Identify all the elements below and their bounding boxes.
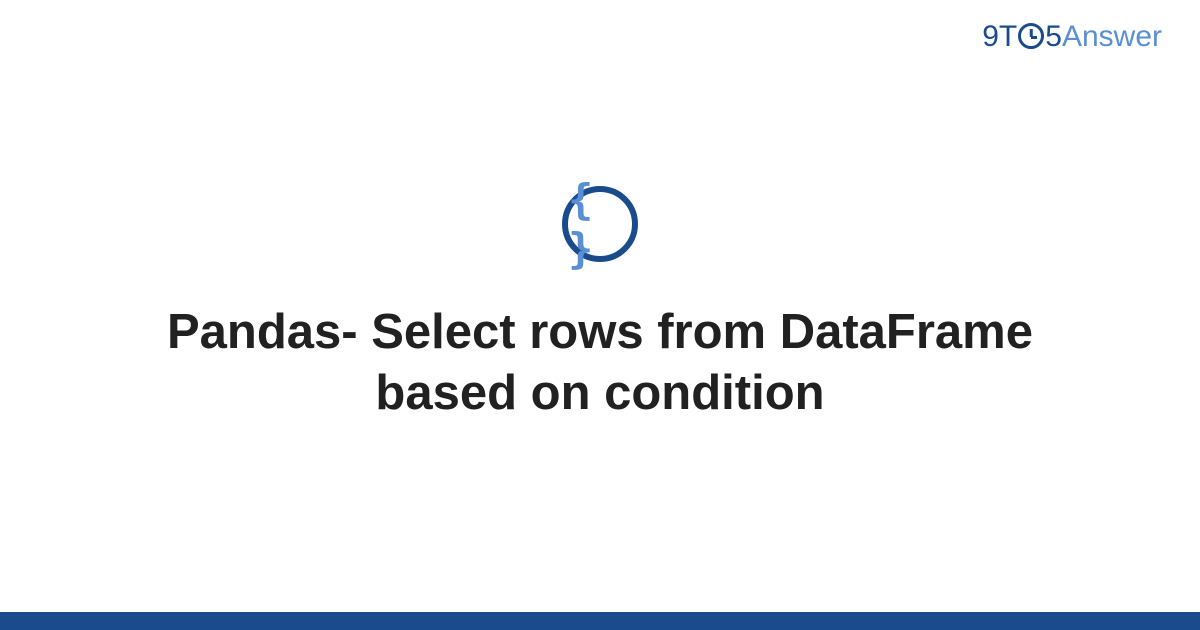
page-title: Pandas- Select rows from DataFrame based… [100,302,1100,425]
footer-bar [0,612,1200,630]
code-braces-icon: { } [562,186,638,262]
icon-wrapper: { } [562,186,638,262]
main-content: { } Pandas- Select rows from DataFrame b… [0,0,1200,630]
